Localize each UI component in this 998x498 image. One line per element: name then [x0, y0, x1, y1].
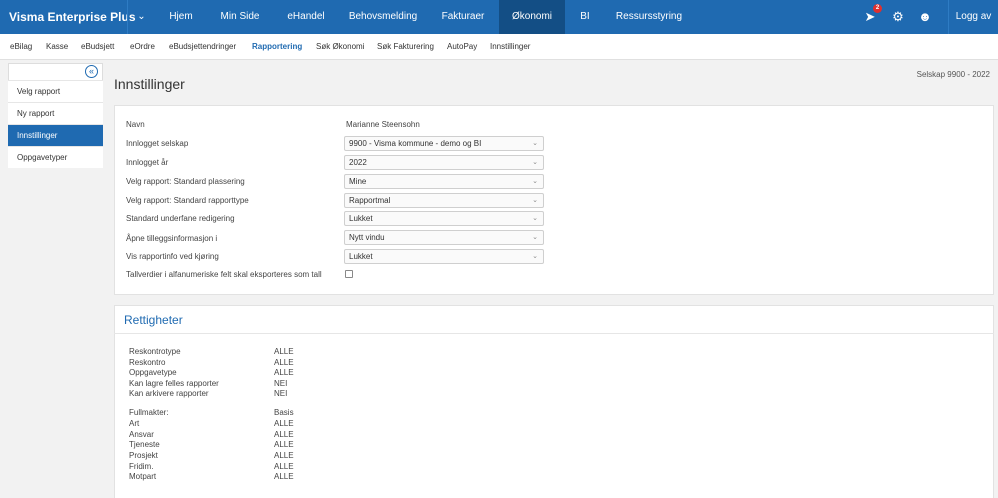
top-navigation-bar: Visma Enterprise Plus ⌄ Hjem Min Side eH… — [0, 0, 998, 34]
rights-value: ALLE — [274, 430, 294, 439]
export-numbers-checkbox[interactable] — [345, 270, 353, 278]
placement-select-label: Velg rapport: Standard plassering — [126, 177, 245, 186]
sidebar-item-oppgavetyper[interactable]: Oppgavetyper — [8, 146, 103, 168]
year-select-label: Innlogget år — [126, 158, 169, 167]
subnav-rapportering[interactable]: Rapportering — [252, 34, 302, 60]
rights-label: Oppgavetype — [129, 368, 177, 377]
report-type-select[interactable]: Rapportmal ⌄ — [344, 193, 544, 208]
rights-value: NEI — [274, 389, 288, 398]
placement-select[interactable]: Mine ⌄ — [344, 174, 544, 189]
collapse-sidebar-icon[interactable]: « — [85, 65, 98, 78]
report-type-select-label: Velg rapport: Standard rapporttype — [126, 196, 249, 205]
extra-info-select[interactable]: Nytt vindu ⌄ — [344, 230, 544, 245]
sidebar-item-velg-rapport[interactable]: Velg rapport — [8, 80, 103, 102]
logout-button[interactable]: Logg av — [948, 0, 998, 34]
rights-value: ALLE — [274, 368, 294, 377]
rights-value: Basis — [274, 408, 294, 417]
rights-value: ALLE — [274, 347, 294, 356]
chevron-down-icon: ⌄ — [532, 215, 538, 222]
rights-value: ALLE — [274, 440, 294, 449]
rights-value: ALLE — [274, 462, 294, 471]
subnav-ebudsjettendringer[interactable]: eBudsjettendringer — [169, 34, 236, 60]
name-label: Navn — [126, 120, 145, 129]
rights-label: Ansvar — [129, 430, 154, 439]
subnav-sok-fakturering[interactable]: Søk Fakturering — [377, 34, 434, 60]
gear-icon[interactable]: ⚙ — [890, 9, 906, 25]
nav-bi[interactable]: BI — [565, 0, 605, 34]
rights-label: Prosjekt — [129, 451, 158, 460]
chevron-down-icon: ⌄ — [532, 234, 538, 241]
rights-section-title: Rettigheter — [124, 313, 183, 327]
rights-value: ALLE — [274, 451, 294, 460]
sidebar-item-ny-rapport[interactable]: Ny rapport — [8, 102, 103, 124]
company-select[interactable]: 9900 - Visma kommune - demo og BI ⌄ — [344, 136, 544, 151]
user-settings-icon[interactable]: ☻ — [917, 9, 933, 25]
subtab-select[interactable]: Lukket ⌄ — [344, 211, 544, 226]
subtab-select-label: Standard underfane redigering — [126, 214, 235, 223]
chevron-down-icon: ⌄ — [532, 197, 538, 204]
subnav-kasse[interactable]: Kasse — [46, 34, 68, 60]
company-select-label: Innlogget selskap — [126, 139, 189, 148]
subnav-autopay[interactable]: AutoPay — [447, 34, 477, 60]
report-type-select-value: Rapportmal — [349, 196, 391, 205]
chevron-down-icon: ⌄ — [532, 159, 538, 166]
rights-label: Reskontrotype — [129, 347, 181, 356]
page-title: Innstillinger — [114, 76, 185, 92]
extra-info-select-label: Åpne tilleggsinformasjon i — [126, 234, 218, 243]
nav-okonomi[interactable]: Økonomi — [499, 0, 565, 34]
extra-info-select-value: Nytt vindu — [349, 233, 385, 242]
rights-label: Fullmakter: — [129, 408, 169, 417]
company-select-value: 9900 - Visma kommune - demo og BI — [349, 139, 482, 148]
name-value: Marianne Steensohn — [346, 120, 420, 129]
sub-navigation-bar: eBilag Kasse eBudsjett eOrdre eBudsjette… — [0, 34, 998, 60]
rights-value: ALLE — [274, 419, 294, 428]
sidebar-item-innstillinger[interactable]: Innstillinger — [8, 124, 103, 146]
chevron-down-icon[interactable]: ⌄ — [127, 0, 155, 34]
report-info-select[interactable]: Lukket ⌄ — [344, 249, 544, 264]
rights-label: Motpart — [129, 472, 157, 481]
report-info-select-value: Lukket — [349, 252, 373, 261]
nav-fakturaer[interactable]: Fakturaer — [427, 0, 499, 34]
year-select[interactable]: 2022 ⌄ — [344, 155, 544, 170]
rights-label: Reskontro — [129, 358, 166, 367]
year-select-value: 2022 — [349, 158, 367, 167]
nav-min-side[interactable]: Min Side — [207, 0, 273, 34]
subtab-select-value: Lukket — [349, 214, 373, 223]
rights-value: ALLE — [274, 358, 294, 367]
subnav-ebilag[interactable]: eBilag — [10, 34, 32, 60]
company-label: Selskap 9900 - 2022 — [916, 70, 990, 79]
nav-behovsmelding[interactable]: Behovsmelding — [339, 0, 427, 34]
subnav-eordre[interactable]: eOrdre — [130, 34, 155, 60]
rights-label: Kan lagre felles rapporter — [129, 379, 219, 388]
report-info-select-label: Vis rapportinfo ved kjøring — [126, 252, 219, 261]
subnav-sok-okonomi[interactable]: Søk Økonomi — [316, 34, 364, 60]
subnav-ebudsjett[interactable]: eBudsjett — [81, 34, 114, 60]
subnav-innstillinger[interactable]: Innstillinger — [490, 34, 530, 60]
chevron-down-icon: ⌄ — [532, 178, 538, 185]
rights-value: NEI — [274, 379, 288, 388]
rights-label: Fridim. — [129, 462, 154, 471]
rights-label: Tjeneste — [129, 440, 160, 449]
placement-select-value: Mine — [349, 177, 367, 186]
nav-ehandel[interactable]: eHandel — [273, 0, 339, 34]
notification-badge: 2 — [873, 4, 882, 13]
nav-ressursstyring[interactable]: Ressursstyring — [605, 0, 693, 34]
chevron-down-icon: ⌄ — [532, 140, 538, 147]
rights-value: ALLE — [274, 472, 294, 481]
nav-hjem[interactable]: Hjem — [155, 0, 207, 34]
rights-label: Art — [129, 419, 140, 428]
rights-label: Kan arkivere rapporter — [129, 389, 209, 398]
section-divider — [114, 333, 994, 334]
chevron-down-icon: ⌄ — [532, 253, 538, 260]
export-numbers-label: Tallverdier i alfanumeriske felt skal ek… — [126, 270, 322, 279]
